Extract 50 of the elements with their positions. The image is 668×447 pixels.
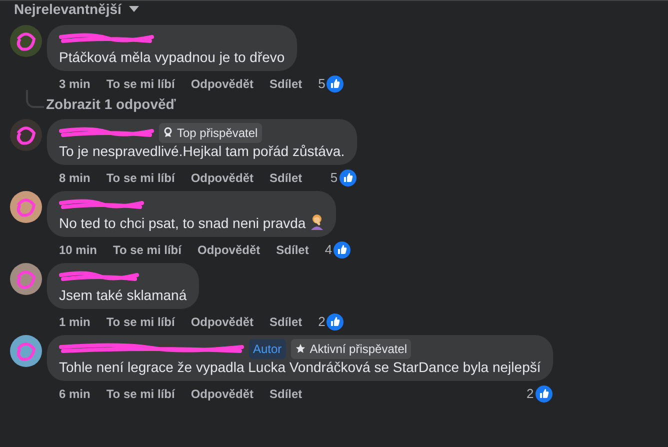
comment-text: Tohle není legrace že vypadla Lucka Vondráčková se StarDance byla nejlepší (59, 358, 541, 376)
medal-icon (163, 127, 173, 138)
like-count[interactable]: 5 (330, 168, 357, 188)
caret-icon (129, 6, 140, 12)
comment-time[interactable]: 1 min (59, 312, 90, 330)
star-icon (294, 343, 306, 354)
avatar[interactable] (10, 263, 42, 295)
comment-text: No ted to chci psat, to snad neni pravda (59, 214, 324, 232)
comment-action-link[interactable]: To se mi líbí (113, 240, 182, 258)
author-badge: Autor (249, 338, 286, 358)
like-icon (534, 384, 553, 402)
contributor-badge: Top přispěvatel (159, 122, 262, 142)
comment-action-link[interactable]: Sdílet (269, 74, 302, 92)
comment-time[interactable]: 8 min (59, 168, 90, 186)
contributor-badge: Aktivní přispěvatel (290, 338, 412, 358)
comment-action-link[interactable]: Sdílet (276, 240, 309, 258)
comment-action-link[interactable]: Odpovědět (190, 74, 254, 92)
like-count[interactable]: 2 (526, 384, 553, 404)
comment-text: Ptáčková měla vypadnou je to dřevo (59, 48, 285, 66)
comment-action-link[interactable]: To se mi líbí (106, 384, 175, 402)
comment-action-link[interactable]: Sdílet (269, 168, 302, 186)
avatar[interactable] (10, 25, 42, 57)
comment-action-link[interactable]: Sdílet (269, 384, 302, 402)
comment-action-link[interactable]: To se mi líbí (106, 168, 175, 186)
like-count[interactable]: 2 (318, 312, 344, 332)
sort-dropdown[interactable]: Nejrelevantnější (14, 1, 140, 17)
comment-action-link[interactable]: To se mi líbí (106, 312, 175, 330)
comment-time[interactable]: 3 min (59, 74, 90, 92)
like-icon (333, 240, 352, 258)
like-icon (338, 168, 357, 186)
comment-time[interactable]: 6 min (59, 384, 90, 402)
comment-action-link[interactable]: Odpovědět (190, 168, 254, 186)
view-replies-link[interactable]: Zobrazit 1 odpověď (46, 94, 176, 115)
avatar[interactable] (10, 335, 42, 367)
comment-action-link[interactable]: Sdílet (269, 312, 302, 330)
comment-action-link[interactable]: Odpovědět (190, 384, 254, 402)
comment-time[interactable]: 10 min (59, 240, 98, 258)
avatar[interactable] (10, 191, 42, 223)
like-icon (326, 74, 344, 92)
like-count[interactable]: 5 (318, 74, 344, 94)
comment-action-link[interactable]: Odpovědět (197, 240, 260, 258)
like-icon (326, 312, 344, 330)
thread-line (26, 90, 44, 108)
facepalm-emoji-icon (310, 214, 324, 230)
comment-action-link[interactable]: To se mi líbí (106, 74, 175, 92)
comment-text: To je nespravedlivé.Hejkal tam pořád zůstáva. (59, 142, 345, 160)
like-count[interactable]: 4 (324, 240, 352, 260)
comment-action-link[interactable]: Odpovědět (190, 312, 254, 330)
comment-text: Jsem také sklamaná (59, 286, 187, 304)
avatar[interactable] (10, 119, 42, 151)
